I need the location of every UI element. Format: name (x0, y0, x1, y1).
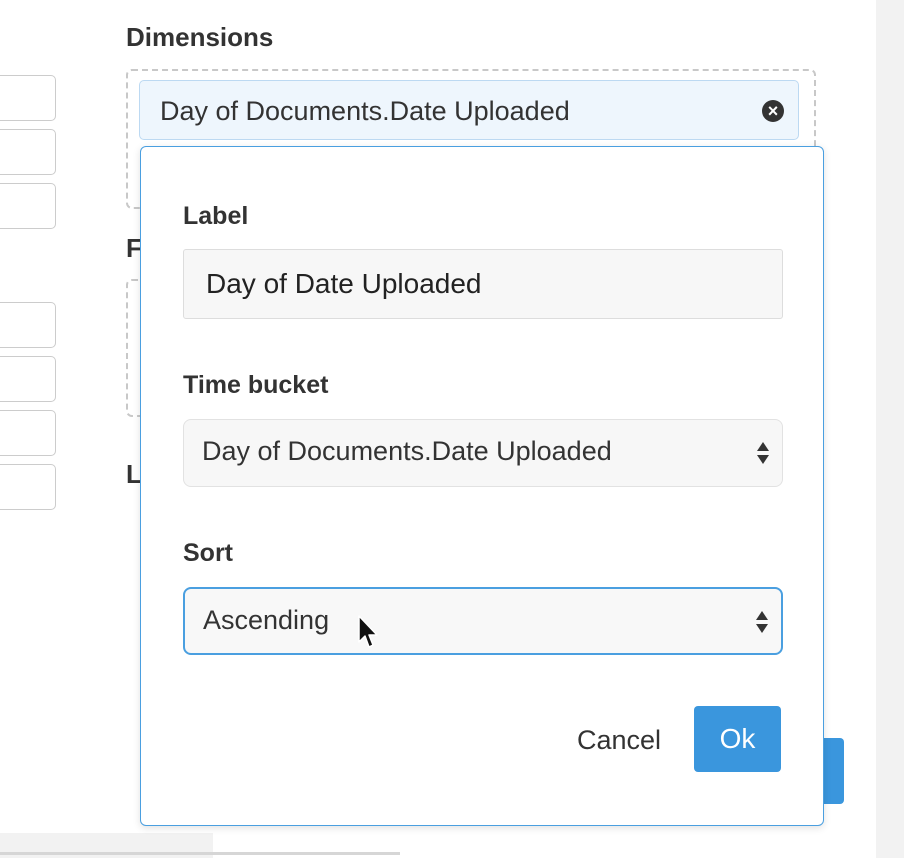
chevron-updown-icon (756, 611, 768, 633)
circle-x-icon[interactable]: × (762, 100, 784, 122)
left-panel-input[interactable] (0, 183, 56, 229)
mouse-pointer-icon (358, 615, 378, 648)
left-panel-input[interactable] (0, 75, 56, 121)
dimension-chip-label: Day of Documents.Date Uploaded (160, 96, 570, 126)
sort-select[interactable]: Ascending (183, 587, 783, 655)
time-bucket-selected: Day of Documents.Date Uploaded (202, 436, 612, 466)
dimensions-heading: Dimensions (126, 22, 274, 52)
left-panel-input[interactable] (0, 302, 56, 348)
left-panel-input[interactable] (0, 356, 56, 402)
left-panel-input[interactable] (0, 464, 56, 510)
horizontal-scrollbar[interactable] (0, 852, 400, 855)
cancel-button[interactable]: Cancel (559, 708, 679, 772)
label-input[interactable] (183, 249, 783, 319)
sort-selected: Ascending (203, 605, 330, 635)
left-panel-input[interactable] (0, 129, 56, 175)
time-bucket-select[interactable]: Day of Documents.Date Uploaded (183, 419, 783, 487)
left-panel-input[interactable] (0, 410, 56, 456)
dimension-chip[interactable]: Day of Documents.Date Uploaded × (139, 80, 799, 140)
ok-button[interactable]: Ok (694, 706, 781, 772)
sort-label: Sort (183, 539, 233, 567)
time-bucket-label: Time bucket (183, 371, 329, 399)
right-gutter (876, 0, 904, 858)
chevron-updown-icon (757, 442, 769, 464)
dimension-edit-popover: Label Time bucket Day of Documents.Date … (140, 146, 824, 826)
label-field-label: Label (183, 202, 249, 230)
